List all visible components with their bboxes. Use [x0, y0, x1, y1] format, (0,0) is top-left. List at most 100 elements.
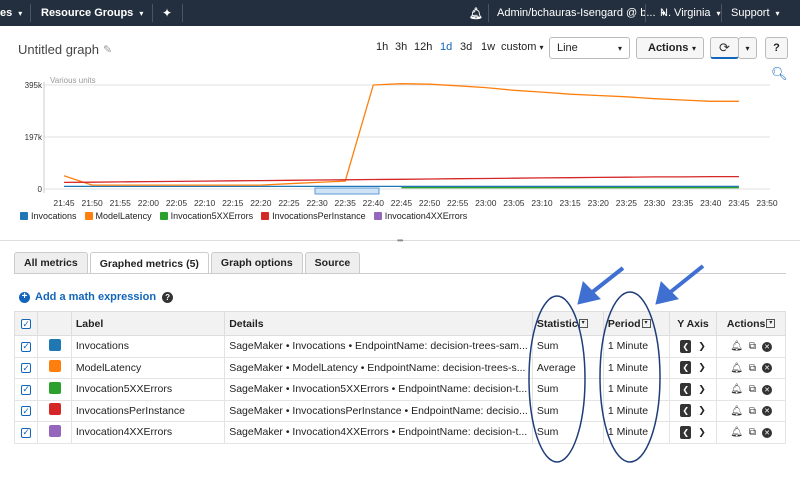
- remove-icon[interactable]: ✕: [762, 363, 773, 374]
- bell-icon[interactable]: 🔔︎: [469, 0, 483, 26]
- copy-icon[interactable]: ⧉: [749, 427, 756, 438]
- range-1w[interactable]: 1w: [481, 41, 495, 53]
- resize-grip[interactable]: •••: [397, 236, 403, 245]
- copy-icon[interactable]: ⧉: [749, 406, 756, 417]
- nav-resource-groups[interactable]: Resource Groups ▾: [41, 0, 143, 26]
- table-row[interactable]: ✓ Invocations SageMaker • Invocations • En…: [13, 335, 786, 358]
- metrics-line-chart[interactable]: 395k 197k 0 21:45 21:50 21:55 22:00 22:05 22:10…: [0, 70, 800, 210]
- sort-icon[interactable]: ▾: [766, 319, 776, 329]
- help-icon[interactable]: ?: [162, 291, 174, 303]
- pencil-icon[interactable]: ✎: [103, 43, 112, 56]
- y-axis-right-button[interactable]: ❯: [698, 341, 706, 352]
- nav-support-menu[interactable]: Support ▾: [731, 0, 780, 26]
- table-row[interactable]: ✓ ModelLatency SageMaker • ModelLatency • …: [13, 356, 786, 379]
- legend-item[interactable]: Invocation5XXErrors: [159, 211, 253, 221]
- metric-statistic[interactable]: Sum: [531, 399, 604, 422]
- range-3d[interactable]: 3d: [460, 41, 472, 53]
- plus-icon: +: [19, 291, 30, 303]
- remove-icon[interactable]: ✕: [762, 341, 773, 352]
- tab-graph-options[interactable]: Graph options: [210, 252, 303, 273]
- remove-icon[interactable]: ✕: [762, 384, 773, 395]
- nav-account-menu[interactable]: Admin/bchauras-Isengard @ b... ▾: [497, 0, 666, 26]
- alarm-icon[interactable]: 🔔︎: [730, 406, 743, 417]
- statistic-header[interactable]: Statistic ▾: [531, 311, 604, 336]
- nav-region-menu[interactable]: N. Virginia ▾: [660, 0, 721, 26]
- y-axis-left-button[interactable]: ❮: [680, 404, 692, 418]
- actions-button[interactable]: Actions ▾: [636, 37, 704, 59]
- color-swatch[interactable]: [48, 403, 61, 416]
- help-button[interactable]: ?: [765, 37, 788, 59]
- tab-source[interactable]: Source: [304, 252, 361, 273]
- range-12h[interactable]: 12h: [414, 41, 432, 53]
- metric-period[interactable]: 1 Minute: [602, 356, 670, 379]
- metric-label[interactable]: ModelLatency: [70, 356, 226, 379]
- copy-icon[interactable]: ⧉: [749, 384, 756, 395]
- actions-header[interactable]: Actions ▾: [716, 311, 786, 336]
- color-swatch[interactable]: [48, 381, 61, 394]
- row-checkbox[interactable]: ✓: [21, 384, 32, 395]
- y-axis-right-button[interactable]: ❯: [698, 384, 706, 395]
- sort-icon[interactable]: ▾: [641, 319, 651, 329]
- metric-label[interactable]: Invocation5XXErrors: [70, 378, 226, 401]
- metric-label[interactable]: Invocations: [70, 335, 226, 358]
- refresh-icon[interactable]: ⟳: [710, 37, 739, 59]
- legend-item[interactable]: InvocationsPerInstance: [261, 211, 366, 221]
- row-checkbox[interactable]: ✓: [21, 341, 32, 352]
- range-1h[interactable]: 1h: [376, 41, 388, 53]
- table-row[interactable]: ✓ Invocation5XXErrors SageMaker • Invocati…: [13, 378, 786, 401]
- metric-statistic[interactable]: Average: [531, 356, 604, 379]
- alarm-icon[interactable]: 🔔︎: [730, 427, 743, 438]
- nav-services-partial[interactable]: es ▾: [0, 0, 22, 26]
- metric-statistic[interactable]: Sum: [531, 421, 604, 444]
- remove-icon[interactable]: ✕: [762, 427, 773, 438]
- pin-icon[interactable]: ✦: [162, 0, 172, 26]
- range-3h[interactable]: 3h: [395, 41, 407, 53]
- y-axis-right-button[interactable]: ❯: [698, 427, 706, 438]
- select-all-checkbox[interactable]: ✓: [21, 319, 32, 329]
- metric-period[interactable]: 1 Minute: [602, 421, 670, 444]
- period-header[interactable]: Period ▾: [602, 311, 670, 336]
- color-swatch[interactable]: [48, 338, 61, 351]
- copy-icon[interactable]: ⧉: [749, 363, 756, 374]
- tab-graphed-metrics[interactable]: Graphed metrics (5): [89, 252, 209, 274]
- refresh-interval-dropdown[interactable]: ▾: [738, 37, 757, 59]
- metric-statistic[interactable]: Sum: [531, 335, 604, 358]
- label-header[interactable]: Label: [70, 311, 226, 336]
- color-swatch[interactable]: [48, 360, 61, 373]
- row-checkbox[interactable]: ✓: [21, 363, 32, 374]
- metric-label[interactable]: Invocation4XXErrors: [70, 421, 226, 444]
- copy-icon[interactable]: ⧉: [749, 341, 756, 352]
- metric-period[interactable]: 1 Minute: [602, 399, 670, 422]
- details-header[interactable]: Details: [224, 311, 533, 336]
- y-axis-right-button[interactable]: ❯: [698, 362, 706, 373]
- table-row[interactable]: ✓ InvocationsPerInstance SageMaker • Invoc…: [13, 399, 786, 422]
- legend-item[interactable]: Invocation4XXErrors: [373, 211, 467, 221]
- legend-item[interactable]: ModelLatency: [84, 211, 152, 221]
- alarm-icon[interactable]: 🔔︎: [730, 384, 743, 395]
- alarm-icon[interactable]: 🔔︎: [730, 341, 743, 352]
- row-checkbox[interactable]: ✓: [21, 427, 32, 438]
- y-axis-left-button[interactable]: ❮: [680, 361, 692, 375]
- y-axis-left-button[interactable]: ❮: [680, 339, 692, 353]
- chart-type-select[interactable]: Line ▾: [549, 37, 630, 59]
- tab-all-metrics[interactable]: All metrics: [14, 252, 88, 273]
- y-axis-right-button[interactable]: ❯: [698, 405, 706, 416]
- add-math-expression[interactable]: + Add a math expression ?: [19, 291, 174, 303]
- metric-label[interactable]: InvocationsPerInstance: [70, 399, 226, 422]
- range-custom[interactable]: custom ▾: [501, 41, 544, 53]
- metric-period[interactable]: 1 Minute: [602, 378, 670, 401]
- metric-period[interactable]: 1 Minute: [602, 335, 670, 358]
- nav-separator: [152, 4, 153, 22]
- sort-icon[interactable]: ▾: [578, 319, 588, 329]
- graph-title[interactable]: Untitled graph: [18, 42, 99, 57]
- y-axis-left-button[interactable]: ❮: [680, 382, 692, 396]
- row-checkbox[interactable]: ✓: [21, 406, 32, 417]
- legend-item[interactable]: Invocations: [20, 211, 77, 221]
- remove-icon[interactable]: ✕: [762, 406, 773, 417]
- table-row[interactable]: ✓ Invocation4XXErrors SageMaker • Invocati…: [13, 421, 786, 444]
- range-1d[interactable]: 1d: [440, 41, 452, 53]
- y-axis-left-button[interactable]: ❮: [680, 425, 692, 439]
- color-swatch[interactable]: [48, 424, 61, 437]
- metric-statistic[interactable]: Sum: [531, 378, 604, 401]
- alarm-icon[interactable]: 🔔︎: [730, 363, 743, 374]
